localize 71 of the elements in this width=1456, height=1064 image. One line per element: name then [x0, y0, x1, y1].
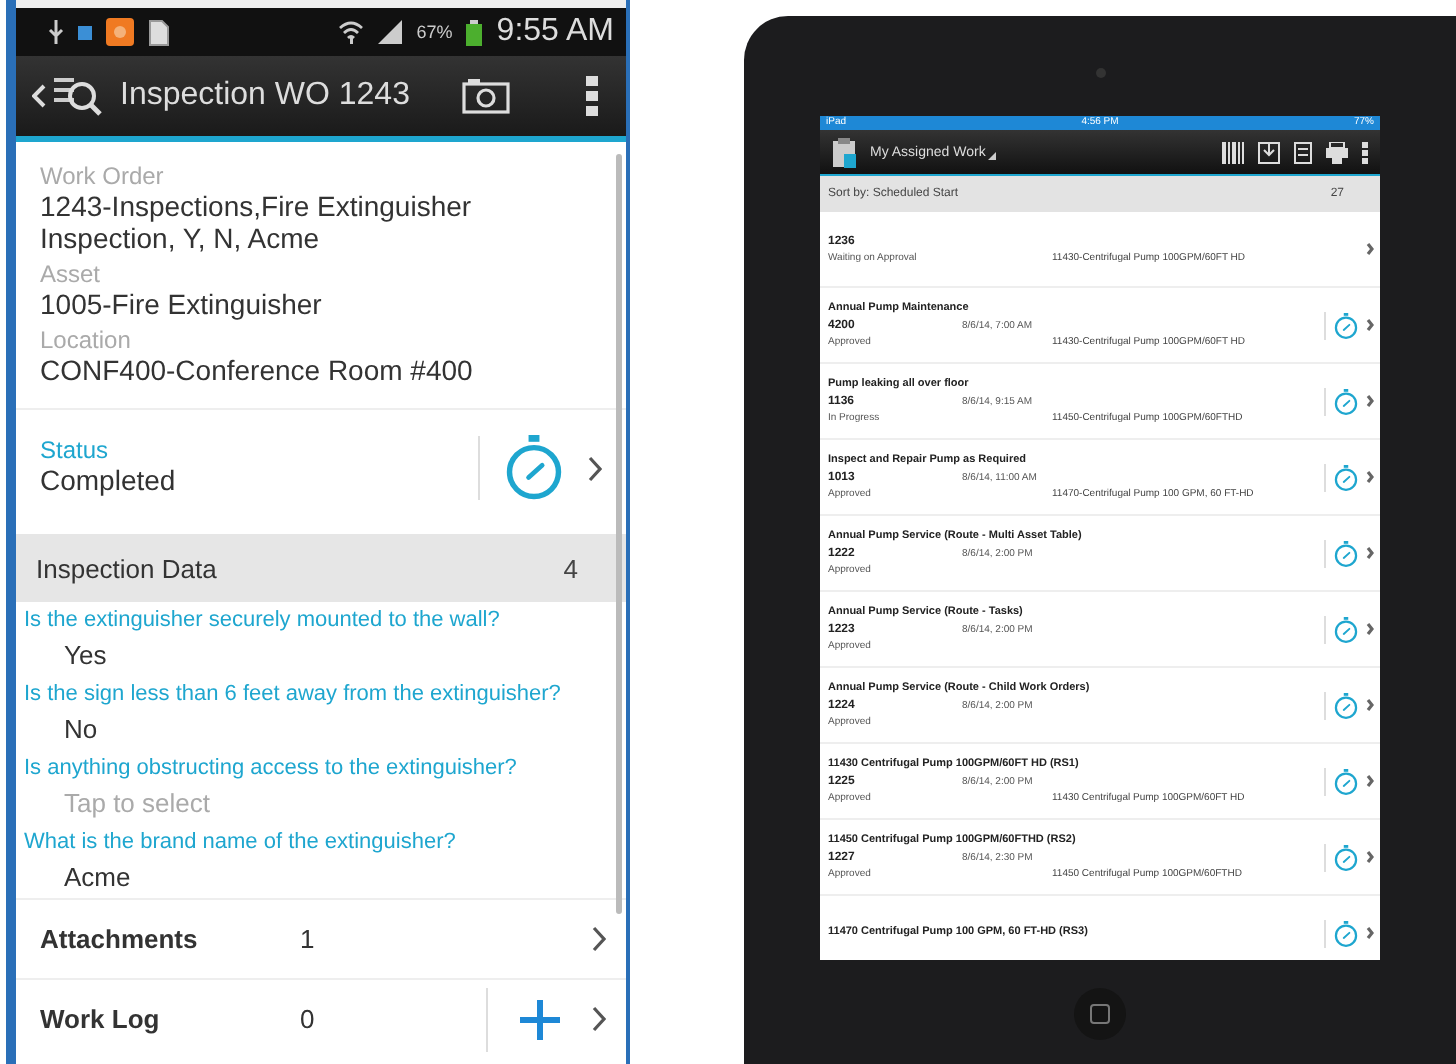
home-button[interactable]	[1074, 988, 1126, 1040]
barcode-icon[interactable]	[1222, 141, 1244, 163]
chevron-icon[interactable]	[588, 455, 602, 481]
field-label: Status	[40, 435, 111, 463]
chevron-icon[interactable]	[592, 926, 606, 952]
usb-icon	[48, 20, 64, 44]
field-label: Work Order	[40, 162, 166, 190]
battery-percent: 67%	[416, 22, 453, 42]
stopwatch-icon[interactable]	[1332, 387, 1360, 415]
status-row[interactable]: Status Completed	[16, 410, 626, 526]
kebab-menu-icon[interactable]	[1362, 141, 1368, 163]
caret-icon	[987, 151, 996, 159]
chevron-icon[interactable]	[1366, 242, 1374, 256]
field-value: CONF400-Conference Room #400	[40, 354, 475, 386]
field-value: 1243-Inspections,Fire Extinguisher Inspection, Y, N, Acme	[40, 190, 474, 254]
chevron-icon[interactable]	[1366, 394, 1374, 408]
chevron-icon[interactable]	[1366, 546, 1374, 560]
magnifier-list-icon	[52, 74, 104, 118]
battery-icon	[466, 19, 483, 45]
stopwatch-icon[interactable]	[1332, 691, 1360, 719]
item-count: 4	[563, 553, 578, 583]
clipboard-icon	[832, 137, 856, 167]
chevron-icon[interactable]	[1366, 774, 1374, 788]
question-text: Is the sign less than 6 feet away from the extinguisher?	[22, 680, 563, 710]
list-row[interactable]: Attachments 1	[16, 898, 626, 978]
wifi-icon	[338, 20, 365, 44]
section-title: Inspection Data	[36, 553, 219, 583]
list-row[interactable]: Work Log 0	[16, 978, 626, 1058]
app-icon	[106, 18, 134, 46]
chevron-icon[interactable]	[592, 1006, 606, 1032]
field-value: Completed	[40, 463, 178, 495]
camera-dot	[1096, 68, 1106, 78]
row-count: 1	[300, 924, 315, 954]
stopwatch-icon[interactable]	[1332, 463, 1360, 491]
question-text: Is the extinguisher securely mounted to the wall?	[22, 606, 502, 636]
stopwatch-icon[interactable]	[1332, 311, 1360, 339]
row-count: 0	[300, 1004, 315, 1034]
download-tray-icon[interactable]	[1258, 141, 1280, 163]
chevron-icon[interactable]	[1366, 470, 1374, 484]
chevron-icon[interactable]	[1366, 698, 1374, 712]
chevron-icon[interactable]	[1366, 926, 1374, 940]
plus-icon[interactable]	[520, 999, 560, 1039]
chevron-left-icon	[32, 84, 46, 108]
printer-icon[interactable]	[1326, 141, 1348, 163]
clock: 9:55 AM	[496, 14, 614, 50]
chevron-icon[interactable]	[1366, 850, 1374, 864]
row-label: Attachments	[40, 924, 200, 954]
screen-title: Inspection WO 1243	[120, 78, 412, 114]
answer-value[interactable]: Yes	[16, 636, 626, 676]
stopwatch-icon[interactable]	[1332, 615, 1360, 643]
square-icon	[78, 25, 92, 39]
document-icon[interactable]	[1294, 141, 1312, 163]
chevron-icon[interactable]	[1366, 318, 1374, 332]
chevron-icon[interactable]	[1366, 622, 1374, 636]
question-text: What is the brand name of the extinguisher?	[22, 828, 458, 858]
stopwatch-icon[interactable]	[1332, 919, 1360, 947]
document-icon	[148, 19, 170, 45]
answer-value[interactable]: Acme	[16, 858, 626, 898]
stopwatch-icon[interactable]	[1332, 767, 1360, 795]
signal-icon	[378, 20, 403, 44]
question-text: Is anything obstructing access to the extinguisher?	[22, 754, 519, 784]
row-label: Work Log	[40, 1004, 162, 1034]
back-button[interactable]	[32, 74, 104, 118]
field-value: 1005-Fire Extinguisher	[40, 288, 324, 320]
answer-value[interactable]: No	[16, 710, 626, 750]
kebab-menu-icon[interactable]	[586, 76, 598, 116]
field-label: Asset	[40, 260, 103, 288]
stopwatch-icon[interactable]	[1332, 539, 1360, 567]
stopwatch-icon[interactable]	[1332, 843, 1360, 871]
camera-icon[interactable]	[462, 78, 510, 114]
field-label: Location	[40, 326, 133, 354]
